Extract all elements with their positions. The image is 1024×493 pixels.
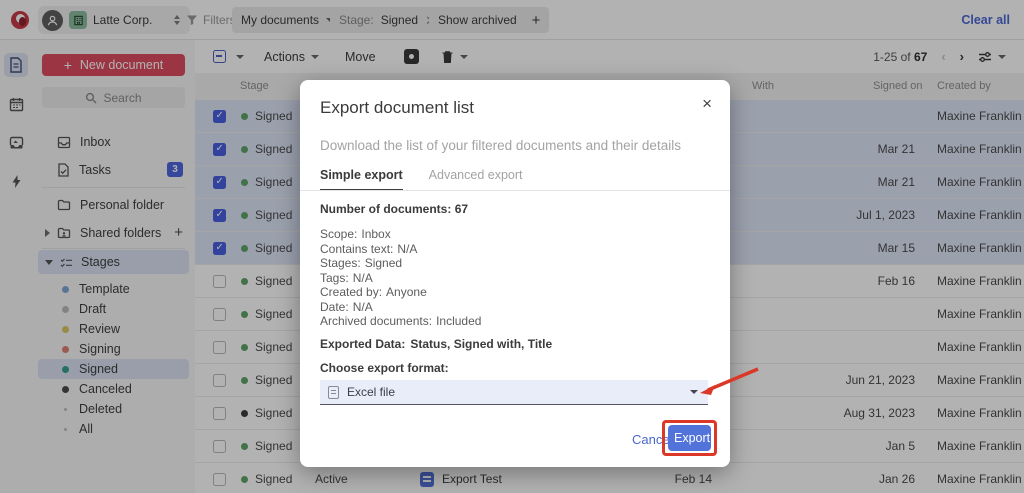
export-dialog: Export document list × Download the list… [300, 80, 730, 467]
select-caret-icon [690, 390, 698, 394]
export-button[interactable]: Export [668, 425, 711, 451]
format-label: Choose export format: [320, 361, 449, 375]
dialog-title: Export document list [320, 98, 475, 117]
filter-summary-line: Contains text: N/A [320, 241, 418, 256]
filter-summary-line: Created by: Anyone [320, 285, 427, 299]
divider [300, 190, 730, 191]
dialog-subtitle: Download the list of your filtered docum… [320, 138, 681, 153]
filter-summary-line: Stages: Signed [320, 256, 403, 270]
export-format-select[interactable]: Excel file [320, 380, 708, 405]
excel-file-icon [328, 385, 339, 399]
export-tabs: Simple export Advanced export [320, 168, 522, 191]
format-selected-value: Excel file [347, 385, 396, 399]
tab-simple-export[interactable]: Simple export [320, 168, 403, 191]
close-icon[interactable]: × [702, 94, 712, 114]
app: Latte Corp. Filters: My documents Stage:… [0, 0, 1024, 493]
filter-summary-line: Date: N/A [320, 299, 373, 314]
filter-summary-line: Tags: N/A [320, 270, 373, 285]
filter-summary: Scope: Inbox Contains text: N/A Stages: Signe… [320, 227, 481, 329]
documents-count: Number of documents: 67 [320, 202, 469, 216]
filter-summary-line: Archived documents: Included [320, 314, 482, 328]
exported-data-line: Exported Data: Status, Signed with, Title [320, 337, 553, 351]
filter-summary-line: Scope: Inbox [320, 227, 391, 241]
tab-advanced-export[interactable]: Advanced export [429, 168, 523, 191]
